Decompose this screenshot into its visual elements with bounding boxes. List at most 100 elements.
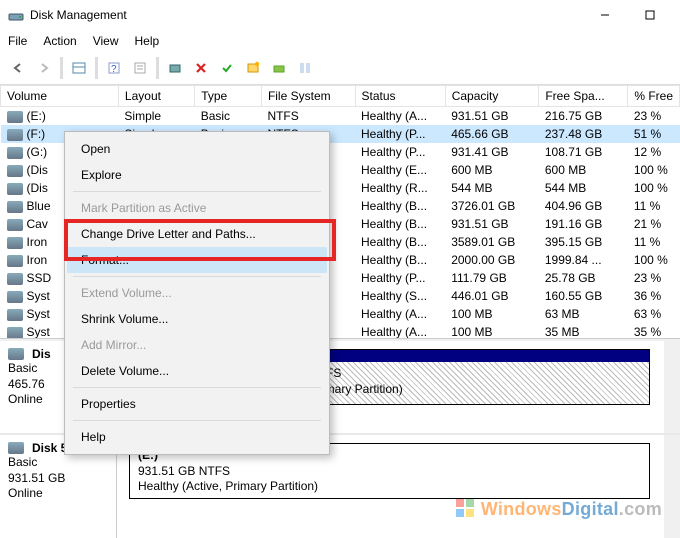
table-cell: Healthy (R... bbox=[355, 179, 445, 197]
disk-size: 931.51 GB bbox=[8, 471, 108, 487]
table-cell: 100 % bbox=[628, 251, 680, 269]
table-cell: Healthy (E... bbox=[355, 161, 445, 179]
context-menu: OpenExplore Mark Partition as ActiveChang… bbox=[64, 131, 330, 455]
table-cell: 100 MB bbox=[445, 305, 539, 323]
menu-separator bbox=[73, 276, 321, 277]
new-partition-icon[interactable] bbox=[241, 56, 265, 80]
col-type[interactable]: Type bbox=[195, 86, 262, 107]
disk-name: Disk 5 bbox=[32, 441, 67, 455]
table-cell: 35 % bbox=[628, 323, 680, 339]
check-icon[interactable] bbox=[215, 56, 239, 80]
delete-icon[interactable] bbox=[189, 56, 213, 80]
table-cell: 21 % bbox=[628, 215, 680, 233]
menubar: File Action View Help bbox=[0, 30, 680, 52]
context-menu-item[interactable]: Help bbox=[67, 424, 327, 450]
col-status[interactable]: Status bbox=[355, 86, 445, 107]
disk-settings-icon[interactable] bbox=[267, 56, 291, 80]
drive-icon bbox=[7, 111, 23, 123]
table-cell: 931.51 GB bbox=[445, 215, 539, 233]
maximize-button[interactable] bbox=[627, 1, 672, 29]
table-cell: 100 % bbox=[628, 161, 680, 179]
context-menu-item[interactable]: Explore bbox=[67, 162, 327, 188]
window-title: Disk Management bbox=[30, 8, 582, 22]
col-freespace[interactable]: Free Spa... bbox=[539, 86, 628, 107]
table-cell: Basic bbox=[195, 107, 262, 126]
drive-icon bbox=[7, 183, 23, 195]
minimize-button[interactable] bbox=[582, 1, 627, 29]
context-menu-item[interactable]: Format... bbox=[67, 247, 327, 273]
col-capacity[interactable]: Capacity bbox=[445, 86, 539, 107]
table-cell: Healthy (A... bbox=[355, 323, 445, 339]
drive-icon bbox=[7, 237, 23, 249]
table-cell: 35 MB bbox=[539, 323, 628, 339]
partition-size-fs: 931.51 GB NTFS bbox=[138, 464, 641, 480]
partition-status: Healthy (Active, Primary Partition) bbox=[138, 479, 641, 495]
table-cell: NTFS bbox=[261, 107, 355, 126]
table-cell: (E:) bbox=[1, 107, 119, 126]
separator bbox=[156, 57, 159, 79]
table-cell: Healthy (B... bbox=[355, 197, 445, 215]
drive-icon bbox=[7, 129, 23, 141]
table-cell: 446.01 GB bbox=[445, 287, 539, 305]
context-menu-item: Mark Partition as Active bbox=[67, 195, 327, 221]
menu-view[interactable]: View bbox=[93, 34, 119, 48]
view-list-icon[interactable] bbox=[67, 56, 91, 80]
col-pctfree[interactable]: % Free bbox=[628, 86, 680, 107]
context-menu-item[interactable]: Open bbox=[67, 136, 327, 162]
context-menu-item[interactable]: Delete Volume... bbox=[67, 358, 327, 384]
disk-name: Dis bbox=[32, 347, 51, 361]
refresh-icon[interactable] bbox=[163, 56, 187, 80]
table-cell: 544 MB bbox=[539, 179, 628, 197]
col-layout[interactable]: Layout bbox=[118, 86, 194, 107]
disk-type: Basic bbox=[8, 455, 108, 471]
app-icon bbox=[8, 7, 24, 23]
table-cell: 465.66 GB bbox=[445, 125, 539, 143]
menu-file[interactable]: File bbox=[8, 34, 27, 48]
col-filesystem[interactable]: File System bbox=[261, 86, 355, 107]
table-row[interactable]: (E:)SimpleBasicNTFSHealthy (A...931.51 G… bbox=[1, 107, 680, 126]
menu-separator bbox=[73, 420, 321, 421]
table-cell: 51 % bbox=[628, 125, 680, 143]
table-cell: 1999.84 ... bbox=[539, 251, 628, 269]
context-menu-item: Add Mirror... bbox=[67, 332, 327, 358]
table-cell: 216.75 GB bbox=[539, 107, 628, 126]
drive-icon bbox=[7, 291, 23, 303]
separator bbox=[95, 57, 98, 79]
toolbar: ? bbox=[0, 52, 680, 85]
table-cell: 25.78 GB bbox=[539, 269, 628, 287]
help-icon[interactable]: ? bbox=[102, 56, 126, 80]
forward-button[interactable] bbox=[32, 56, 56, 80]
table-cell: 23 % bbox=[628, 107, 680, 126]
table-cell: Healthy (S... bbox=[355, 287, 445, 305]
context-menu-item[interactable]: Shrink Volume... bbox=[67, 306, 327, 332]
vertical-scrollbar[interactable] bbox=[664, 435, 680, 538]
context-menu-item[interactable]: Properties bbox=[67, 391, 327, 417]
table-cell: 63 % bbox=[628, 305, 680, 323]
drive-icon bbox=[7, 255, 23, 267]
table-cell: 404.96 GB bbox=[539, 197, 628, 215]
table-cell: 237.48 GB bbox=[539, 125, 628, 143]
table-cell: 3726.01 GB bbox=[445, 197, 539, 215]
disk-status: Online bbox=[8, 486, 108, 502]
table-cell: Healthy (P... bbox=[355, 269, 445, 287]
context-menu-item[interactable]: Change Drive Letter and Paths... bbox=[67, 221, 327, 247]
table-cell: 12 % bbox=[628, 143, 680, 161]
table-cell: Healthy (B... bbox=[355, 251, 445, 269]
disk-layout-icon[interactable] bbox=[293, 56, 317, 80]
drive-icon bbox=[7, 219, 23, 231]
menu-action[interactable]: Action bbox=[43, 34, 76, 48]
partition-status: Primary Partition) bbox=[310, 382, 641, 398]
separator bbox=[60, 57, 63, 79]
table-cell: Healthy (A... bbox=[355, 107, 445, 126]
vertical-scrollbar[interactable] bbox=[664, 341, 680, 433]
menu-separator bbox=[73, 191, 321, 192]
col-volume[interactable]: Volume bbox=[1, 86, 119, 107]
menu-help[interactable]: Help bbox=[135, 34, 160, 48]
table-cell: 100 MB bbox=[445, 323, 539, 339]
properties-icon[interactable] bbox=[128, 56, 152, 80]
back-button[interactable] bbox=[6, 56, 30, 80]
context-menu-item: Extend Volume... bbox=[67, 280, 327, 306]
table-cell: Healthy (B... bbox=[355, 215, 445, 233]
table-cell: Healthy (B... bbox=[355, 233, 445, 251]
table-cell: 600 MB bbox=[539, 161, 628, 179]
